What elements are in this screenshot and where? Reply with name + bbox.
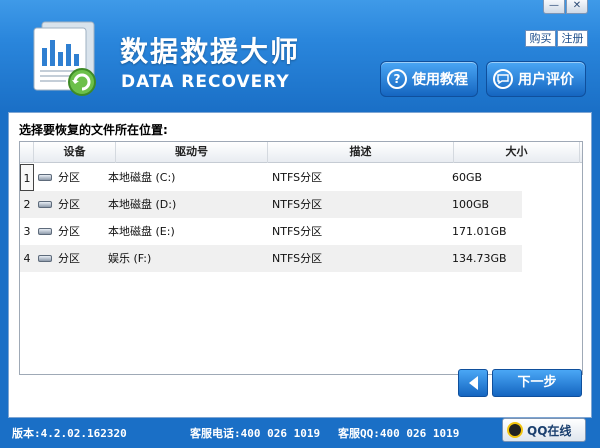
support-phone-text: 客服电话:400 026 1019 (190, 427, 321, 440)
user-review-button[interactable]: 用户评价 (486, 61, 586, 97)
desc-cell: NTFS分区 (272, 252, 323, 265)
question-icon: ? (387, 69, 407, 89)
app-subtitle: DATA RECOVERY (121, 72, 290, 92)
document-chart-icon (33, 21, 96, 96)
drive-cell: 娱乐 (F:) (108, 252, 152, 265)
back-button[interactable] (458, 369, 488, 397)
drive-cell: 本地磁盘 (D:) (108, 198, 177, 211)
row-number: 2 (23, 198, 31, 211)
drive-list[interactable]: 设备 驱动号 描述 大小 1 分区 本地磁盘 (C:) NTFS分区 60GB … (19, 141, 583, 375)
tutorial-button[interactable]: ? 使用教程 (380, 61, 478, 97)
device-cell: 分区 (58, 198, 80, 211)
device-cell: 分区 (58, 252, 80, 265)
drive-cell: 本地磁盘 (E:) (108, 225, 175, 238)
desc-cell: NTFS分区 (272, 225, 323, 238)
desc-cell: NTFS分区 (272, 198, 323, 211)
header-drive[interactable]: 驱动号 (116, 142, 268, 163)
header-num (20, 142, 34, 163)
table-row[interactable]: 1 分区 本地磁盘 (C:) NTFS分区 60GB (20, 164, 522, 191)
review-label: 用户评价 (518, 72, 574, 88)
size-cell: 60GB (452, 171, 483, 184)
size-cell: 134.73GB (452, 252, 507, 265)
chat-bubble-icon (493, 69, 513, 89)
close-button[interactable]: ✕ (566, 0, 588, 14)
disk-icon (38, 201, 52, 208)
header-description[interactable]: 描述 (268, 142, 454, 163)
header-size[interactable]: 大小 (454, 142, 580, 163)
size-cell: 171.01GB (452, 225, 507, 238)
list-header: 设备 驱动号 描述 大小 (20, 142, 582, 163)
location-prompt: 选择要恢复的文件所在位置: (19, 123, 168, 137)
disk-icon (38, 228, 52, 235)
next-step-button[interactable]: 下一步 (492, 369, 582, 397)
table-row[interactable]: 2 分区 本地磁盘 (D:) NTFS分区 100GB (20, 191, 522, 218)
support-qq-text: 客服QQ:400 026 1019 (338, 427, 460, 440)
version-text: 版本:4.2.02.162320 (12, 427, 127, 440)
device-cell: 分区 (58, 225, 80, 238)
header-device[interactable]: 设备 (34, 142, 116, 163)
disk-icon (38, 255, 52, 262)
qq-online-button[interactable]: QQ在线 (502, 418, 586, 442)
app-title: 数据救援大师 (120, 35, 301, 68)
disk-icon (38, 174, 52, 181)
device-cell: 分区 (58, 171, 80, 184)
size-cell: 100GB (452, 198, 490, 211)
app-logo (28, 20, 100, 98)
drive-cell: 本地磁盘 (C:) (108, 171, 176, 184)
row-number: 1 (20, 164, 34, 191)
row-number: 3 (23, 225, 31, 238)
tutorial-label: 使用教程 (412, 72, 468, 88)
buy-button[interactable]: 购买 (525, 30, 556, 47)
minimize-button[interactable]: — (543, 0, 565, 14)
table-row[interactable]: 4 分区 娱乐 (F:) NTFS分区 134.73GB (20, 245, 522, 272)
qq-online-label: QQ在线 (527, 423, 572, 438)
qq-penguin-icon (507, 422, 523, 438)
desc-cell: NTFS分区 (272, 171, 323, 184)
arrow-left-icon (468, 376, 478, 390)
app-window: — ✕ 购买 注册 数据救援大师 DATA RECOVERY ? 使用教程 用户… (0, 0, 600, 448)
register-button[interactable]: 注册 (557, 30, 588, 47)
table-row[interactable]: 3 分区 本地磁盘 (E:) NTFS分区 171.01GB (20, 218, 522, 245)
row-number: 4 (23, 252, 31, 265)
